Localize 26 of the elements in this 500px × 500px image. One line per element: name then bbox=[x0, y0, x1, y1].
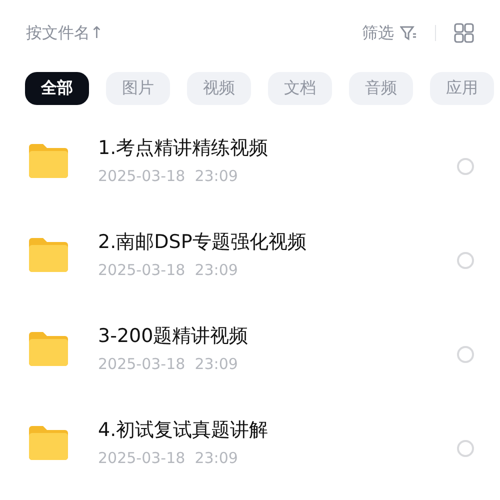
select-radio[interactable] bbox=[457, 252, 474, 268]
file-name: 4.初试复试真题讲解 bbox=[98, 418, 270, 443]
select-radio[interactable] bbox=[457, 346, 474, 362]
category-tab[interactable]: 应用 bbox=[430, 72, 494, 105]
file-name: 3-200题精讲视频 bbox=[98, 324, 250, 349]
select-radio[interactable] bbox=[457, 158, 474, 174]
category-tab[interactable]: 音频 bbox=[349, 72, 413, 105]
file-name: 2.南邮DSP专题强化视频 bbox=[98, 230, 308, 255]
file-date: 2025-03-18 23:09 bbox=[98, 449, 239, 467]
select-radio[interactable] bbox=[457, 440, 474, 456]
category-tab[interactable]: 图片 bbox=[106, 72, 170, 105]
folder-icon bbox=[29, 144, 68, 178]
folder-icon bbox=[29, 238, 68, 272]
folder-icon bbox=[29, 426, 68, 460]
folder-icon bbox=[29, 332, 68, 366]
file-name: 1.考点精讲精练视频 bbox=[98, 136, 270, 161]
file-date: 2025-03-18 23:09 bbox=[98, 355, 239, 373]
category-tab[interactable]: 文档 bbox=[268, 72, 332, 105]
filter-icon bbox=[400, 25, 417, 41]
category-tab[interactable]: 全部 bbox=[25, 72, 89, 105]
category-tab[interactable]: 视频 bbox=[187, 72, 251, 105]
file-date: 2025-03-18 23:09 bbox=[98, 261, 239, 279]
file-date: 2025-03-18 23:09 bbox=[98, 167, 239, 185]
sort-label[interactable]: 按文件名↑ bbox=[26, 22, 362, 44]
filter-button[interactable]: 筛选 bbox=[362, 22, 417, 44]
grid-view-icon[interactable] bbox=[454, 23, 474, 43]
